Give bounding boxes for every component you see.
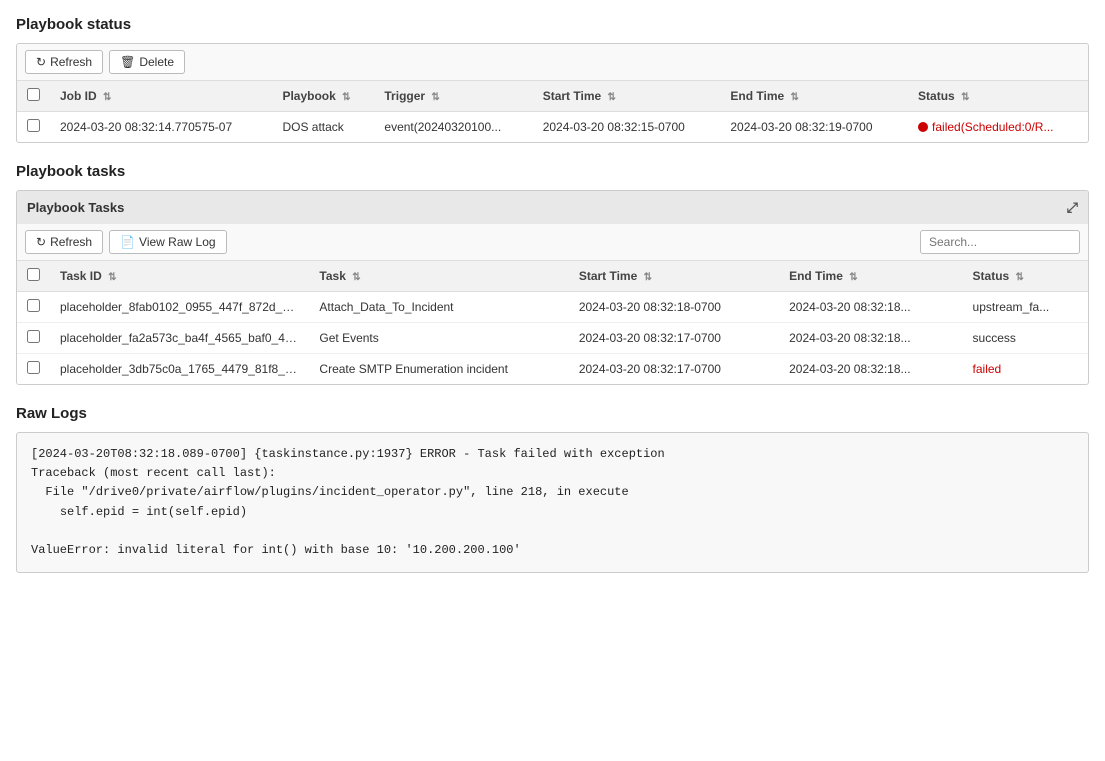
raw-logs-content: [2024-03-20T08:32:18.089-0700] {taskinst… [16, 432, 1089, 573]
cell-task-name: Create SMTP Enumeration incident [309, 354, 568, 385]
cell-task-end: 2024-03-20 08:32:18... [779, 323, 962, 354]
task-row-checkbox-cell [17, 323, 50, 354]
view-raw-log-button[interactable]: 📄 View Raw Log [109, 230, 226, 254]
playbook-status-table: Job ID ⇅ Playbook ⇅ Trigger ⇅ Start Time… [17, 81, 1088, 142]
sort-icon-trigger[interactable]: ⇅ [431, 92, 439, 103]
playbook-status-delete-button[interactable]: 🗑 Delete [109, 50, 185, 74]
sort-icon-start-time[interactable]: ⇅ [608, 92, 616, 103]
playbook-tasks-title: Playbook tasks [16, 163, 1089, 180]
sort-icon-tasks-start[interactable]: ⇅ [644, 272, 652, 283]
row-checkbox-cell [17, 112, 50, 143]
cell-task-status: upstream_fa... [963, 292, 1088, 323]
tasks-row: placeholder_fa2a573c_ba4f_4565_baf0_4255… [17, 323, 1088, 354]
status-badge-other: upstream_fa... [973, 300, 1050, 314]
tasks-refresh-button[interactable]: ↻ Refresh [25, 230, 103, 254]
sort-icon-tasks-status[interactable]: ⇅ [1016, 272, 1024, 283]
tasks-refresh-icon: ↻ [36, 235, 46, 249]
cell-task-name: Get Events [309, 323, 568, 354]
playbook-status-row: 2024-03-20 08:32:14.770575-07 DOS attack… [17, 112, 1088, 143]
playbook-tasks-toolbar: ↻ Refresh 📄 View Raw Log [17, 224, 1088, 261]
playbook-tasks-panel: Playbook Tasks ⤢ ↻ Refresh 📄 View Raw Lo… [16, 190, 1089, 385]
tasks-row: placeholder_8fab0102_0955_447f_872d_2201… [17, 292, 1088, 323]
sort-icon-status[interactable]: ⇅ [961, 92, 969, 103]
cell-task-end: 2024-03-20 08:32:18... [779, 354, 962, 385]
cell-task-start: 2024-03-20 08:32:18-0700 [569, 292, 779, 323]
cell-end-time: 2024-03-20 08:32:19-0700 [720, 112, 908, 143]
col-header-playbook: Playbook ⇅ [272, 81, 374, 112]
cell-task-start: 2024-03-20 08:32:17-0700 [569, 354, 779, 385]
task-row-checkbox-cell [17, 292, 50, 323]
tasks-search-input[interactable] [920, 230, 1080, 254]
cell-task-id: placeholder_3db75c0a_1765_4479_81f8_2e1.… [50, 354, 309, 385]
status-failed-icon [918, 122, 928, 132]
col-header-trigger: Trigger ⇅ [374, 81, 532, 112]
tasks-col-header-task-id: Task ID ⇅ [50, 261, 309, 292]
tasks-header-row: Task ID ⇅ Task ⇅ Start Time ⇅ End Time ⇅… [17, 261, 1088, 292]
cell-task-name: Attach_Data_To_Incident [309, 292, 568, 323]
cell-playbook: DOS attack [272, 112, 374, 143]
col-header-status: Status ⇅ [908, 81, 1088, 112]
cell-task-end: 2024-03-20 08:32:18... [779, 292, 962, 323]
select-all-checkbox[interactable] [27, 88, 40, 101]
tasks-toolbar-right [920, 230, 1080, 254]
header-checkbox-col [17, 81, 50, 112]
cell-start-time: 2024-03-20 08:32:15-0700 [533, 112, 721, 143]
row-checkbox-0[interactable] [27, 119, 40, 132]
sort-icon-task[interactable]: ⇅ [352, 272, 360, 283]
sort-icon-end-time[interactable]: ⇅ [791, 92, 799, 103]
col-header-job-id: Job ID ⇅ [50, 81, 272, 112]
view-log-icon: 📄 [120, 235, 135, 249]
playbook-status-refresh-button[interactable]: ↻ Refresh [25, 50, 103, 74]
cell-status: failed(Scheduled:0/R... [908, 112, 1088, 143]
raw-logs-title: Raw Logs [16, 405, 1089, 422]
playbook-tasks-panel-header: Playbook Tasks ⤢ [17, 191, 1088, 224]
cell-task-status: failed [963, 354, 1088, 385]
cell-task-id: placeholder_8fab0102_0955_447f_872d_2201… [50, 292, 309, 323]
col-header-start-time: Start Time ⇅ [533, 81, 721, 112]
task-row-checkbox-2[interactable] [27, 361, 40, 374]
refresh-icon: ↻ [36, 55, 46, 69]
task-row-checkbox-cell [17, 354, 50, 385]
tasks-header-checkbox-col [17, 261, 50, 292]
cell-trigger: event(20240320100... [374, 112, 532, 143]
sort-icon-job-id[interactable]: ⇅ [103, 92, 111, 103]
cell-job-id: 2024-03-20 08:32:14.770575-07 [50, 112, 272, 143]
sort-icon-task-id[interactable]: ⇅ [108, 272, 116, 283]
task-row-checkbox-1[interactable] [27, 330, 40, 343]
delete-icon: 🗑 [120, 55, 135, 69]
tasks-col-header-status: Status ⇅ [963, 261, 1088, 292]
playbook-tasks-panel-title: Playbook Tasks [27, 200, 124, 215]
playbook-status-title: Playbook status [16, 16, 1089, 33]
status-badge-success: success [973, 331, 1016, 345]
sort-icon-tasks-end[interactable]: ⇅ [849, 272, 857, 283]
sort-icon-playbook[interactable]: ⇅ [342, 92, 350, 103]
playbook-tasks-section: Playbook tasks Playbook Tasks ⤢ ↻ Refres… [16, 163, 1089, 385]
expand-icon[interactable]: ⤢ [1067, 199, 1078, 216]
playbook-tasks-table: Task ID ⇅ Task ⇅ Start Time ⇅ End Time ⇅… [17, 261, 1088, 384]
col-header-end-time: End Time ⇅ [720, 81, 908, 112]
tasks-select-all-checkbox[interactable] [27, 268, 40, 281]
tasks-col-header-end-time: End Time ⇅ [779, 261, 962, 292]
cell-task-start: 2024-03-20 08:32:17-0700 [569, 323, 779, 354]
tasks-row: placeholder_3db75c0a_1765_4479_81f8_2e1.… [17, 354, 1088, 385]
playbook-status-table-header-row: Job ID ⇅ Playbook ⇅ Trigger ⇅ Start Time… [17, 81, 1088, 112]
cell-task-id: placeholder_fa2a573c_ba4f_4565_baf0_4255… [50, 323, 309, 354]
status-badge-failed: failed [973, 362, 1002, 376]
cell-task-status: success [963, 323, 1088, 354]
playbook-status-section: Playbook status ↻ Refresh 🗑 Delete Job I… [16, 16, 1089, 143]
playbook-status-toolbar: ↻ Refresh 🗑 Delete [17, 44, 1088, 81]
raw-logs-section: Raw Logs [2024-03-20T08:32:18.089-0700] … [16, 405, 1089, 573]
tasks-col-header-start-time: Start Time ⇅ [569, 261, 779, 292]
playbook-status-panel: ↻ Refresh 🗑 Delete Job ID ⇅ Playbook ⇅ T… [16, 43, 1089, 143]
status-badge: failed(Scheduled:0/R... [918, 120, 1053, 134]
task-row-checkbox-0[interactable] [27, 299, 40, 312]
tasks-col-header-task: Task ⇅ [309, 261, 568, 292]
